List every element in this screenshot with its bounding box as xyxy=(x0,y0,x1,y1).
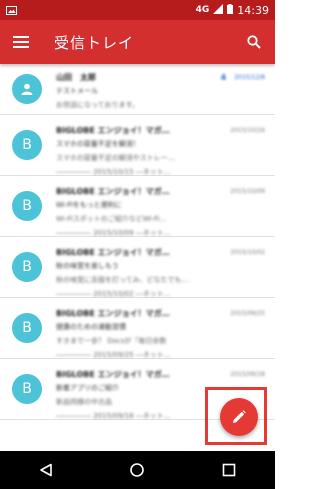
mail-date: 2015/12/8 xyxy=(234,73,265,81)
status-bar: 4G 14:39 xyxy=(0,0,275,20)
mail-subject: Wi-Fiをもっと便利に xyxy=(56,201,122,209)
mail-snippet-2: ――――― 2015/09/18 ―ネット… xyxy=(56,412,171,420)
back-triangle-icon[interactable] xyxy=(31,455,61,485)
network-type: 4G xyxy=(195,5,210,15)
mail-date: 2015/10/02 xyxy=(230,248,265,256)
mail-snippet: お世話になっております。 xyxy=(56,101,139,109)
mail-item[interactable]: B BIGLOBE エンジョイ！マガ… 2015/10/02 秋の味覚を楽しもう… xyxy=(0,237,275,298)
mail-subject: 健康のための運動習慣 xyxy=(56,323,126,331)
mail-text: BIGLOBE エンジョイ！マガ… 2015/09/25 健康のための運動習慣 … xyxy=(56,306,265,362)
nav-bar xyxy=(0,451,275,489)
compose-button[interactable] xyxy=(220,398,258,436)
mail-item[interactable]: B BIGLOBE エンジョイ！マガ… 2015/09/25 健康のための運動習… xyxy=(0,298,275,359)
mail-sender: BIGLOBE エンジョイ！マガ… xyxy=(56,369,170,379)
mail-item[interactable]: 山田 太郎 4 2015/12/8 テストメール お世話になっております。 xyxy=(0,64,275,115)
mail-date: 2015/10/16 xyxy=(230,126,265,134)
mail-text: BIGLOBE エンジョイ！マガ… 2015/10/16 スマホの容量不足を解消… xyxy=(56,123,265,179)
battery-icon xyxy=(227,3,234,17)
clock: 14:39 xyxy=(237,3,269,17)
home-circle-icon[interactable] xyxy=(122,455,152,485)
search-icon[interactable] xyxy=(243,31,265,53)
mail-item[interactable]: B BIGLOBE エンジョイ！マガ… 2015/10/16 スマホの容量不足を… xyxy=(0,115,275,176)
pencil-icon xyxy=(233,410,246,423)
mail-subject: テストメール xyxy=(56,87,98,95)
mail-snippet: すきまで一歩？ Docsが「毎日歩数 xyxy=(56,337,167,345)
mail-date: 2015/09/18 xyxy=(230,370,265,378)
mail-date: 2015/09/25 xyxy=(230,309,265,317)
mail-sender: BIGLOBE エンジョイ！マガ… xyxy=(56,125,170,135)
mail-sender: BIGLOBE エンジョイ！マガ… xyxy=(56,186,170,196)
avatar: B xyxy=(12,252,42,282)
mail-sender: BIGLOBE エンジョイ！マガ… xyxy=(56,308,170,318)
menu-icon[interactable] xyxy=(10,31,32,53)
mail-subject: 新着アプリのご紹介 xyxy=(56,384,119,392)
screen: 4G 14:39 受信トレイ 山田 太郎 4 2015/12/8 テストメール … xyxy=(0,0,275,489)
mail-text: BIGLOBE エンジョイ！マガ… 2015/10/02 秋の味覚を楽しもう 秋… xyxy=(56,245,265,301)
avatar: B xyxy=(12,191,42,221)
mail-sender: BIGLOBE エンジョイ！マガ… xyxy=(56,247,170,257)
mail-date: 2015/10/09 xyxy=(230,187,265,195)
avatar: B xyxy=(12,313,42,343)
mail-snippet: スマホの容量不足の解消やストレー… xyxy=(56,154,175,162)
mail-subject: 秋の味覚を楽しもう xyxy=(56,262,119,270)
mail-count: 4 xyxy=(220,72,227,82)
mail-subject: スマホの容量不足を解消！ xyxy=(56,140,140,148)
app-bar: 受信トレイ xyxy=(0,20,275,64)
mail-text: 山田 太郎 4 2015/12/8 テストメール お世話になっております。 xyxy=(56,70,265,112)
mail-snippet: 秋の味覚に舌鼓を打ってみ、どなたでも… xyxy=(56,276,189,284)
mail-sender: 山田 太郎 xyxy=(56,72,96,82)
signal-icon xyxy=(213,3,224,17)
app-title: 受信トレイ xyxy=(54,33,135,52)
mail-item[interactable]: B BIGLOBE エンジョイ！マガ… 2015/10/09 Wi-Fiをもっと… xyxy=(0,176,275,237)
mail-text: BIGLOBE エンジョイ！マガ… 2015/10/09 Wi-Fiをもっと便利… xyxy=(56,184,265,240)
recents-square-icon[interactable] xyxy=(214,455,244,485)
image-notification-icon xyxy=(6,5,17,15)
avatar: B xyxy=(12,374,42,404)
avatar: B xyxy=(12,130,42,160)
avatar xyxy=(12,74,42,104)
mail-snippet: 新品同様の中古品 xyxy=(56,398,112,406)
person-icon xyxy=(21,83,33,95)
mail-snippet: Wi-Fiスポットのご紹介などWi-Fi… xyxy=(56,215,167,223)
